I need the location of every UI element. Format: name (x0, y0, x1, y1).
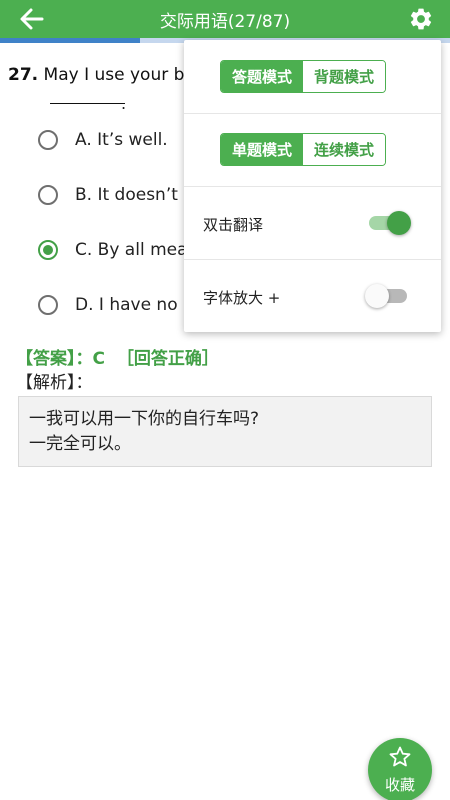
blank-suffix: . (121, 94, 127, 113)
font-enlarge-label: 字体放大 + (203, 289, 281, 307)
progress-fill (0, 38, 140, 43)
settings-popup: 答题模式 背题模式 单题模式 连续模式 双击翻译 字体放大 + (184, 40, 441, 332)
recite-mode-button[interactable]: 背题模式 (303, 61, 385, 92)
answer-blank (50, 103, 125, 104)
analysis-line: 一我可以用一下你的自行车吗? (29, 409, 260, 429)
gear-icon (410, 8, 432, 30)
answer-mode-button[interactable]: 答题模式 (221, 61, 303, 92)
favorite-label: 收藏 (384, 776, 415, 794)
double-tap-translate-label: 双击翻译 (203, 216, 264, 234)
font-enlarge-switch[interactable] (365, 283, 411, 309)
question-mode-toggle: 单题模式 连续模式 (220, 133, 386, 166)
settings-button[interactable] (408, 6, 434, 32)
divider (184, 259, 441, 260)
answer-result: 【答案】：C ［回答正确］ (16, 349, 219, 369)
star-outline-icon (389, 746, 411, 767)
page-title: 交际用语(27/87) (159, 12, 291, 32)
option-a[interactable]: A. It’s well. (38, 125, 168, 155)
radio-button[interactable] (38, 130, 58, 150)
radio-button[interactable] (38, 240, 58, 260)
option-label: A. It’s well. (75, 130, 168, 150)
option-label: B. It doesn’t (75, 185, 178, 205)
continuous-mode-button[interactable]: 连续模式 (303, 134, 385, 165)
question-number: 27. (8, 65, 39, 85)
option-d[interactable]: D. I have no (38, 290, 178, 320)
analysis-label: 【解析】： (16, 373, 93, 393)
switch-thumb (365, 284, 389, 308)
radio-button[interactable] (38, 185, 58, 205)
option-b[interactable]: B. It doesn’t (38, 180, 178, 210)
radio-button[interactable] (38, 295, 58, 315)
single-mode-button[interactable]: 单题模式 (221, 134, 303, 165)
favorite-button[interactable]: 收藏 (368, 738, 432, 800)
divider (184, 113, 441, 114)
analysis-box: 一我可以用一下你的自行车吗? 一完全可以。 (18, 396, 432, 467)
switch-thumb (387, 211, 411, 235)
double-tap-translate-switch[interactable] (369, 210, 411, 236)
app-bar: 交际用语(27/87) (0, 0, 450, 38)
option-label: C. By all mea (75, 240, 188, 260)
option-c[interactable]: C. By all mea (38, 235, 188, 265)
divider (184, 186, 441, 187)
question-body: May I use your b (43, 65, 185, 85)
option-label: D. I have no (75, 295, 178, 315)
analysis-line: 一完全可以。 (29, 434, 131, 454)
answer-mode-toggle: 答题模式 背题模式 (220, 60, 386, 93)
